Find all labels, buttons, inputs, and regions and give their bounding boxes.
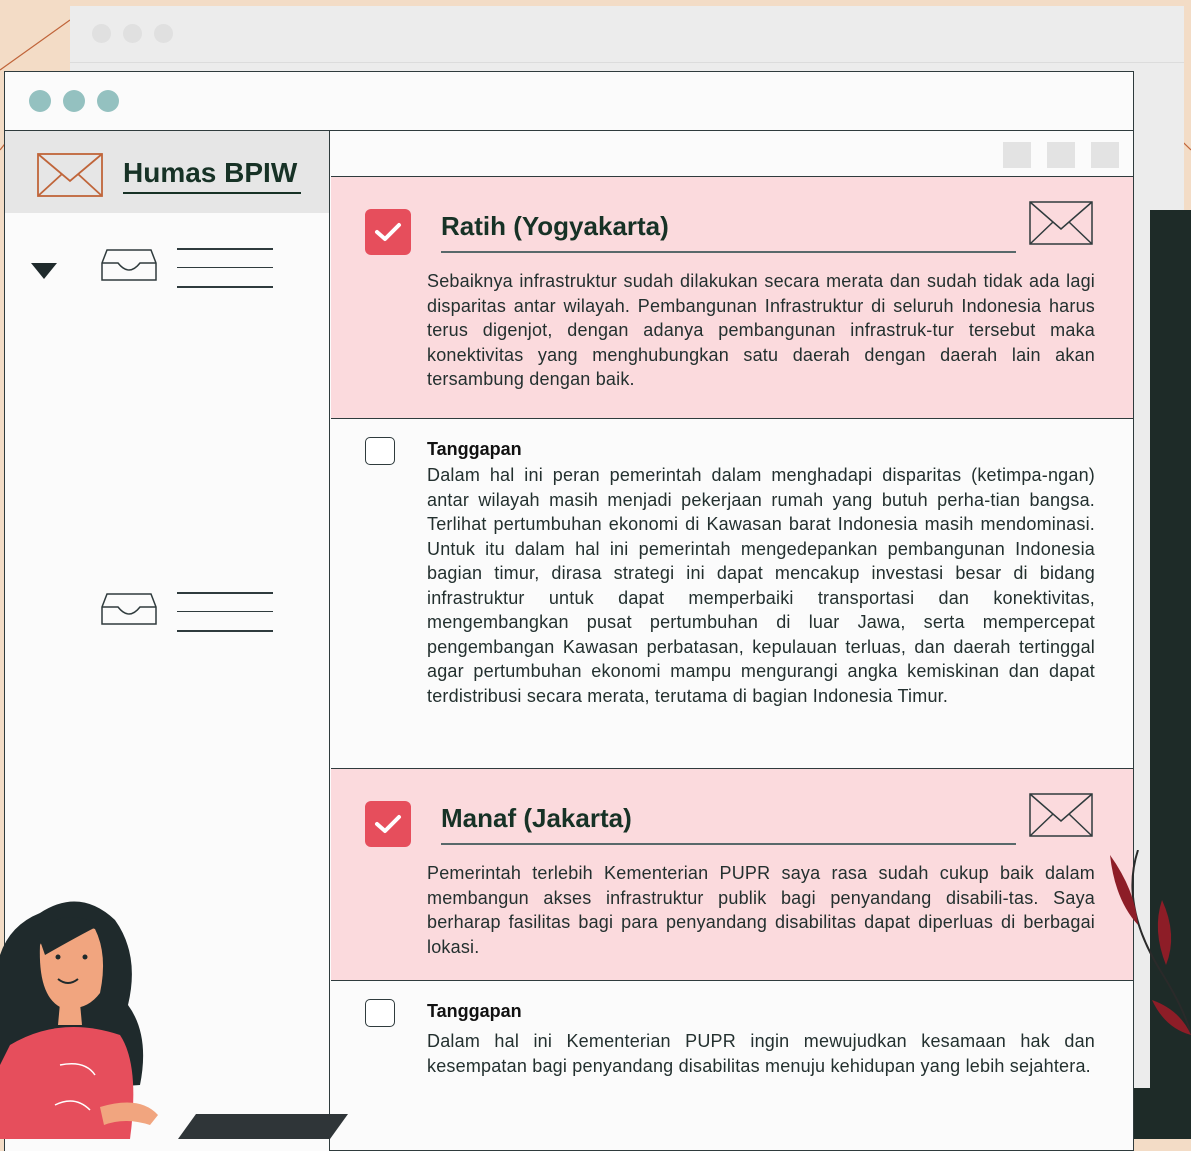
- reply-title: Tanggapan: [427, 1001, 522, 1021]
- app-title: Humas BPIW: [123, 157, 298, 188]
- toolbar-button[interactable]: [1091, 142, 1119, 168]
- toolbar-buttons: [1003, 142, 1119, 168]
- leaf-decoration: [1110, 850, 1191, 1036]
- reply-body: Dalam hal ini Kementerian PUPR ingin mew…: [427, 1031, 1095, 1076]
- folder-label-placeholder[interactable]: [177, 592, 273, 649]
- reply-title: Tanggapan: [427, 439, 522, 459]
- message-item[interactable]: Manaf (Jakarta) Pemerintah terlebih Keme…: [331, 769, 1133, 981]
- mail-icon[interactable]: [1029, 793, 1093, 837]
- message-sender: Ratih (Yogyakarta): [441, 211, 669, 241]
- message-body: Pemerintah terlebih Kementerian PUPR say…: [427, 863, 1095, 957]
- reply-checkbox[interactable]: [365, 437, 395, 465]
- chevron-down-icon[interactable]: [31, 263, 57, 279]
- message-item[interactable]: Ratih (Yogyakarta) Sebaiknya infrastrukt…: [331, 177, 1133, 419]
- window-dot-maximize[interactable]: [97, 90, 119, 112]
- check-icon: [375, 815, 401, 833]
- window-controls[interactable]: [29, 90, 119, 112]
- window-dot-minimize[interactable]: [63, 90, 85, 112]
- toolbar-button[interactable]: [1003, 142, 1031, 168]
- message-checkbox[interactable]: [365, 801, 411, 847]
- toolbar-button[interactable]: [1047, 142, 1075, 168]
- check-icon: [375, 223, 401, 241]
- message-sender: Manaf (Jakarta): [441, 803, 632, 833]
- sender-underline: [441, 251, 1016, 253]
- background-window-dots: [92, 24, 173, 43]
- message-checkbox[interactable]: [365, 209, 411, 255]
- message-thread: Ratih (Yogyakarta) Sebaiknya infrastrukt…: [331, 131, 1133, 1151]
- mail-icon[interactable]: [1029, 201, 1093, 245]
- sender-underline: [441, 843, 1016, 845]
- person-illustration: [0, 901, 158, 1139]
- inbox-icon[interactable]: [101, 593, 157, 625]
- inbox-icon[interactable]: [101, 249, 157, 281]
- reply-item[interactable]: Tanggapan Dalam hal ini Kementerian PUPR…: [331, 981, 1133, 1151]
- app-title-underline: [123, 192, 301, 194]
- window-dot-close[interactable]: [29, 90, 51, 112]
- reply-checkbox[interactable]: [365, 999, 395, 1027]
- mail-icon: [37, 153, 103, 197]
- background-window-divider: [70, 62, 1184, 63]
- reply-item[interactable]: Tanggapan Dalam hal ini peran pemerintah…: [331, 419, 1133, 769]
- reply-body: Dalam hal ini peran pemerintah dalam men…: [427, 465, 1095, 706]
- laptop-illustration: [178, 1114, 348, 1139]
- folder-label-placeholder[interactable]: [177, 248, 273, 305]
- sidebar-header: Humas BPIW: [5, 131, 329, 213]
- message-body: Sebaiknya infrastruktur sudah dilakukan …: [427, 271, 1095, 389]
